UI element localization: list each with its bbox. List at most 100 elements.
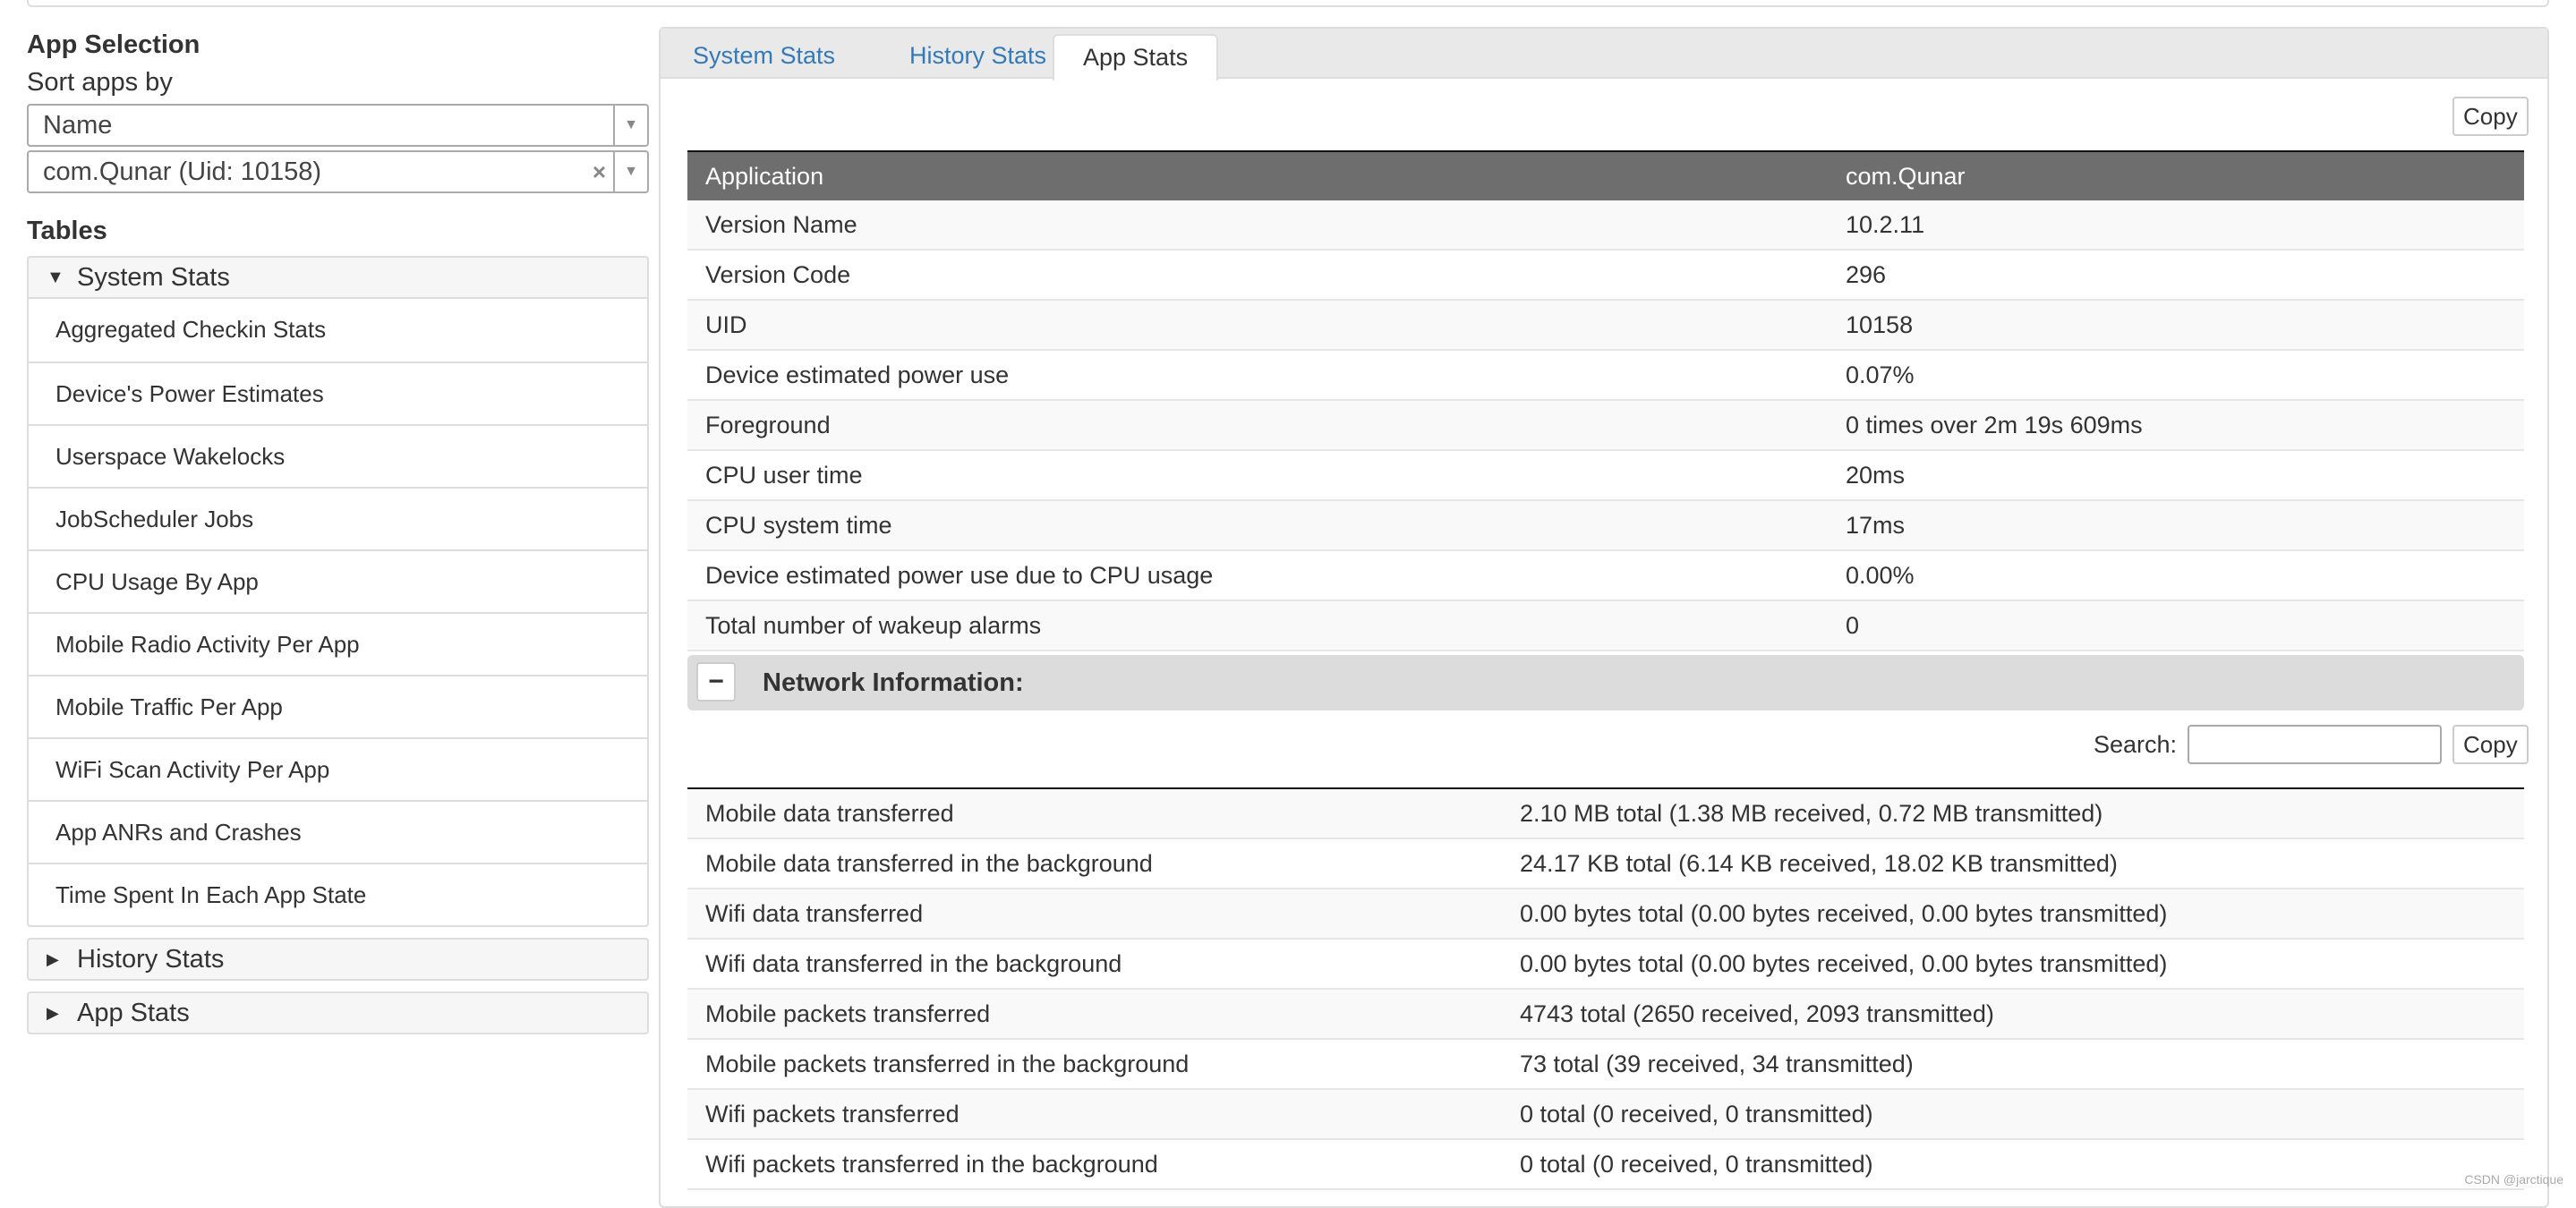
- table-link-app-anrs-crashes[interactable]: App ANRs and Crashes: [29, 800, 647, 863]
- table-row: Mobile packets transferred 4743 total (26…: [687, 989, 2524, 1040]
- table-link-mobile-radio-activity[interactable]: Mobile Radio Activity Per App: [29, 612, 647, 675]
- network-table: Mobile data transferred 2.10 MB total (1.…: [687, 787, 2524, 1190]
- accordion-system-stats[interactable]: ▼ System Stats: [27, 256, 649, 299]
- row-label: Mobile packets transferred: [687, 989, 1502, 1040]
- sort-apps-value: Name: [43, 111, 113, 140]
- sidebar: App Selection Sort apps by Name ▼ com.Qu…: [27, 27, 649, 1034]
- header-cell: com.Qunar: [1828, 151, 2524, 200]
- table-link-userspace-wakelocks[interactable]: Userspace Wakelocks: [29, 424, 647, 487]
- accordion-label: App Stats: [77, 999, 190, 1027]
- table-row: Mobile data transferred 2.10 MB total (1.…: [687, 788, 2524, 839]
- clear-icon[interactable]: ×: [593, 152, 606, 191]
- row-label: CPU system time: [687, 500, 1828, 551]
- copy-button[interactable]: Copy: [2452, 725, 2529, 764]
- caret-right-icon: ▶: [47, 1004, 59, 1022]
- table-header-row: Application com.Qunar: [687, 151, 2524, 200]
- collapse-icon[interactable]: −: [696, 662, 736, 702]
- watermark: CSDN @jarctique: [2464, 1172, 2563, 1187]
- row-label: Version Code: [687, 250, 1828, 301]
- table-link-mobile-traffic[interactable]: Mobile Traffic Per App: [29, 675, 647, 737]
- row-value: 0.07%: [1828, 350, 2524, 401]
- chevron-down-icon[interactable]: ▼: [613, 152, 647, 191]
- row-label: Mobile data transferred: [687, 788, 1502, 839]
- header-cell: Application: [687, 151, 1828, 200]
- row-value: 296: [1828, 250, 2524, 301]
- top-border-strip: [27, 0, 2549, 7]
- accordion-label: System Stats: [77, 263, 230, 292]
- search-label: Search:: [2093, 731, 2177, 758]
- row-value: 20ms: [1828, 450, 2524, 501]
- table-row: Device estimated power use due to CPU us…: [687, 550, 2524, 601]
- table-row: Wifi data transferred 0.00 bytes total (0…: [687, 889, 2524, 940]
- system-stats-list: Aggregated Checkin Stats Device's Power …: [27, 299, 649, 927]
- row-label: Wifi data transferred in the background: [687, 939, 1502, 990]
- network-section-title: Network Information:: [763, 668, 1024, 697]
- table-row: Wifi packets transferred in the backgrou…: [687, 1139, 2524, 1190]
- network-section-header[interactable]: − Network Information:: [687, 655, 2524, 710]
- row-value: 0.00 bytes total (0.00 bytes received, 0…: [1502, 939, 2524, 990]
- row-label: Foreground: [687, 400, 1828, 451]
- table-link-jobscheduler-jobs[interactable]: JobScheduler Jobs: [29, 487, 647, 549]
- tab-bar: System Stats History Stats App Stats: [661, 29, 2547, 81]
- sort-apps-label: Sort apps by: [27, 68, 173, 97]
- table-link-aggregated-checkin-stats[interactable]: Aggregated Checkin Stats: [29, 299, 647, 362]
- row-label: Total number of wakeup alarms: [687, 600, 1828, 651]
- table-row: UID 10158: [687, 300, 2524, 351]
- row-label: CPU user time: [687, 450, 1828, 501]
- chevron-down-icon[interactable]: ▼: [613, 106, 647, 145]
- tab-history-stats[interactable]: History Stats: [881, 34, 1075, 79]
- row-label: Wifi packets transferred in the backgrou…: [687, 1139, 1502, 1190]
- table-row: CPU system time 17ms: [687, 500, 2524, 551]
- table-row: Mobile packets transferred in the backgr…: [687, 1039, 2524, 1090]
- row-label: Device estimated power use: [687, 350, 1828, 401]
- table-row: CPU user time 20ms: [687, 450, 2524, 501]
- row-label: Wifi packets transferred: [687, 1089, 1502, 1140]
- table-row: Mobile data transferred in the backgroun…: [687, 838, 2524, 889]
- row-value: 0: [1828, 600, 2524, 651]
- table-row: Foreground 0 times over 2m 19s 609ms: [687, 400, 2524, 451]
- copy-button[interactable]: Copy: [2452, 97, 2529, 136]
- table-row: Version Code 296: [687, 250, 2524, 301]
- row-value: 4743 total (2650 received, 2093 transmit…: [1502, 989, 2524, 1040]
- row-label: Mobile data transferred in the backgroun…: [687, 838, 1502, 889]
- app-select[interactable]: com.Qunar (Uid: 10158) × ▼: [27, 150, 649, 193]
- row-value: 2.10 MB total (1.38 MB received, 0.72 MB…: [1502, 788, 2524, 839]
- app-select-value: com.Qunar (Uid: 10158): [43, 157, 322, 186]
- table-link-cpu-usage-by-app[interactable]: CPU Usage By App: [29, 549, 647, 612]
- table-link-device-power-estimates[interactable]: Device's Power Estimates: [29, 362, 647, 424]
- row-value: 0 total (0 received, 0 transmitted): [1502, 1089, 2524, 1140]
- row-label: UID: [687, 300, 1828, 351]
- table-row: Device estimated power use 0.07%: [687, 350, 2524, 401]
- tab-system-stats[interactable]: System Stats: [664, 34, 864, 79]
- row-label: Mobile packets transferred in the backgr…: [687, 1039, 1502, 1090]
- sort-apps-select[interactable]: Name ▼: [27, 104, 649, 147]
- row-value: 73 total (39 received, 34 transmitted): [1502, 1039, 2524, 1090]
- table-row: Wifi data transferred in the background 0…: [687, 939, 2524, 990]
- table-row: Wifi packets transferred 0 total (0 recei…: [687, 1089, 2524, 1140]
- table-link-time-in-app-state[interactable]: Time Spent In Each App State: [29, 863, 647, 925]
- row-value: 17ms: [1828, 500, 2524, 551]
- row-value: 10.2.11: [1828, 200, 2524, 251]
- caret-right-icon: ▶: [47, 950, 59, 968]
- accordion-history-stats[interactable]: ▶ History Stats: [27, 938, 649, 981]
- row-label: Version Name: [687, 200, 1828, 251]
- row-value: 0.00 bytes total (0.00 bytes received, 0…: [1502, 889, 2524, 940]
- tables-title: Tables: [27, 217, 107, 245]
- app-info-table: Application com.Qunar Version Name 10.2.1…: [687, 150, 2524, 651]
- table-link-wifi-scan-activity[interactable]: WiFi Scan Activity Per App: [29, 737, 647, 800]
- row-value: 24.17 KB total (6.14 KB received, 18.02 …: [1502, 838, 2524, 889]
- row-label: Device estimated power use due to CPU us…: [687, 550, 1828, 601]
- row-value: 0 times over 2m 19s 609ms: [1828, 400, 2524, 451]
- table-row: Total number of wakeup alarms 0: [687, 600, 2524, 651]
- row-value: 0 total (0 received, 0 transmitted): [1502, 1139, 2524, 1190]
- tab-app-stats[interactable]: App Stats: [1053, 34, 1219, 81]
- row-value: 10158: [1828, 300, 2524, 351]
- app-selection-title: App Selection: [27, 30, 200, 59]
- row-label: Wifi data transferred: [687, 889, 1502, 940]
- table-row: Version Name 10.2.11: [687, 200, 2524, 251]
- stats-panel: System Stats History Stats App Stats Cop…: [659, 27, 2549, 1208]
- search-input[interactable]: [2188, 725, 2442, 764]
- accordion-label: History Stats: [77, 945, 225, 974]
- caret-down-icon: ▼: [47, 268, 64, 287]
- accordion-app-stats[interactable]: ▶ App Stats: [27, 991, 649, 1034]
